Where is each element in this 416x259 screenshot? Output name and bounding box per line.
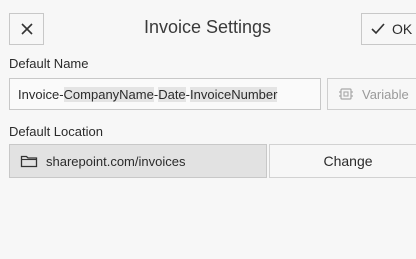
dialog-title: Invoice Settings bbox=[143, 17, 272, 37]
invoice-settings-dialog: Invoice Settings OK Default Name Invoice… bbox=[0, 0, 416, 259]
ok-label: OK bbox=[392, 21, 413, 37]
dialog-header: Invoice Settings OK bbox=[0, 0, 416, 50]
folder-icon bbox=[20, 154, 38, 168]
variable-button[interactable]: Variable bbox=[327, 78, 416, 110]
location-value: sharepoint.com/invoices bbox=[46, 153, 186, 169]
name-token-date[interactable]: Date bbox=[158, 86, 186, 102]
default-name-field[interactable]: Invoice- CompanyName - Date - InvoiceNumber bbox=[9, 78, 321, 110]
name-token-companyname[interactable]: CompanyName bbox=[63, 86, 154, 102]
close-icon bbox=[20, 22, 34, 36]
change-label: Change bbox=[323, 153, 373, 169]
variable-label: Variable bbox=[362, 86, 409, 102]
variable-icon bbox=[338, 87, 354, 101]
change-location-button[interactable]: Change bbox=[269, 144, 416, 178]
default-name-label: Default Name bbox=[9, 56, 89, 71]
default-location-label: Default Location bbox=[9, 124, 103, 139]
default-location-field[interactable]: sharepoint.com/invoices bbox=[9, 144, 267, 178]
close-button[interactable] bbox=[9, 13, 44, 45]
ok-button[interactable]: OK bbox=[361, 13, 416, 45]
name-token-invoicenumber[interactable]: InvoiceNumber bbox=[190, 86, 278, 102]
name-segment-prefix: Invoice- bbox=[18, 86, 64, 102]
checkmark-icon bbox=[370, 22, 386, 36]
